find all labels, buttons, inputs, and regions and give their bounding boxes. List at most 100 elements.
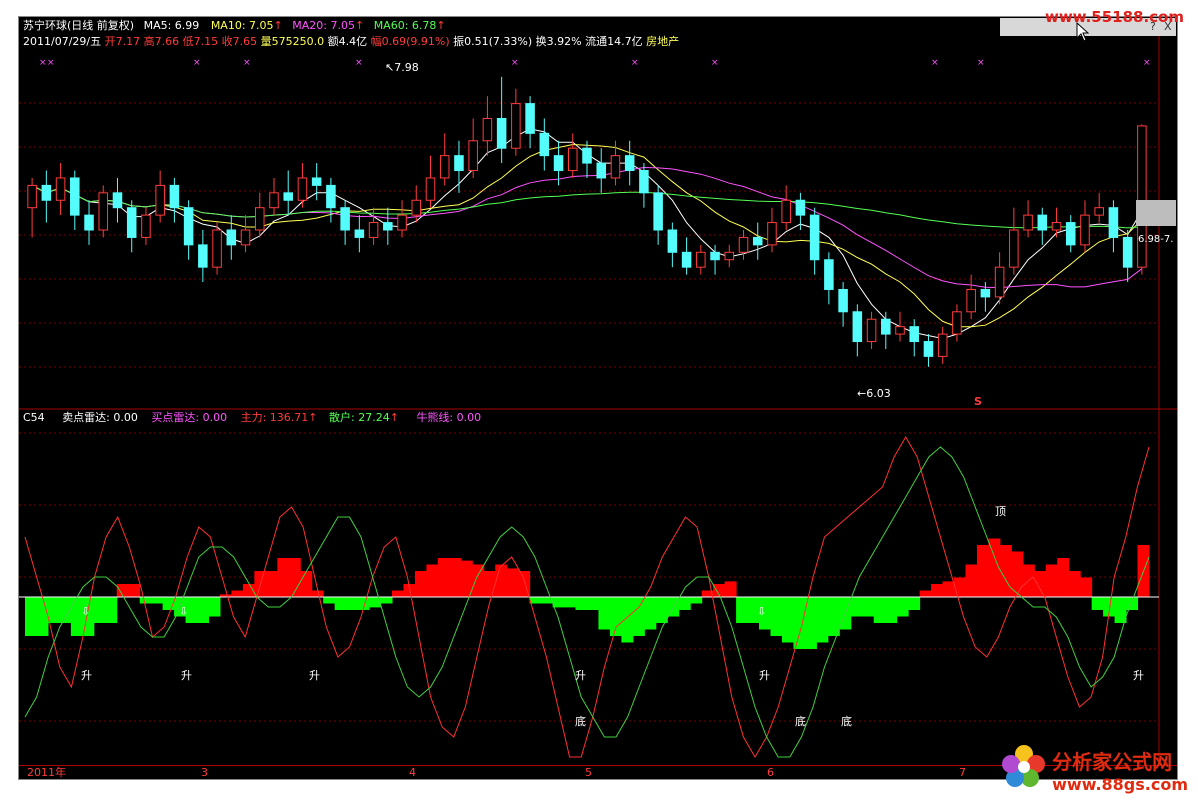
indicator-bar — [323, 597, 336, 604]
marker-cross: × — [355, 58, 363, 68]
candle-body — [895, 326, 905, 335]
indicator-bar — [472, 564, 485, 597]
candle-body — [254, 207, 265, 231]
indicator-bar — [1091, 597, 1104, 610]
marker-cross: × — [243, 58, 251, 68]
ma20-line — [31, 166, 1143, 289]
candle-body — [482, 117, 493, 142]
candle-body — [411, 199, 422, 216]
rise-label: 升 — [309, 669, 320, 682]
top-label: 顶 — [995, 505, 1006, 518]
x-axis-label: 2011年 — [27, 766, 66, 779]
bottom-label: 底 — [841, 715, 852, 728]
indicator-bar — [265, 571, 278, 597]
rise-label: 升 — [181, 669, 192, 682]
candle-body — [368, 222, 379, 238]
candle-body — [937, 333, 948, 357]
candle-body — [41, 184, 52, 201]
candle-body — [340, 207, 350, 231]
candle-body — [1080, 214, 1090, 246]
x-axis-label: 6 — [767, 766, 774, 779]
rise-label: 升 — [575, 669, 586, 682]
indicator-bar — [564, 597, 577, 608]
candle-body — [454, 155, 464, 172]
candle-body — [639, 170, 649, 194]
sell-signal-s: S — [974, 395, 982, 408]
rise-label: 升 — [1133, 669, 1144, 682]
indicator-bar — [678, 597, 691, 610]
candle-body — [98, 192, 109, 231]
x-axis-label: 3 — [201, 766, 208, 779]
indicator-bar — [644, 597, 657, 630]
sell-radar-value: 卖点雷达: 0.00 — [62, 411, 138, 424]
indicator-bar — [25, 597, 37, 636]
bottom-label: 底 — [795, 715, 806, 728]
candle-body — [511, 103, 521, 149]
indicator-bar — [609, 597, 622, 636]
candle-body — [994, 266, 1005, 298]
candle-body — [568, 147, 578, 172]
candle-body — [354, 229, 365, 238]
indicator-bar — [93, 597, 106, 623]
candle-body — [311, 177, 322, 186]
indicator-bar — [827, 597, 840, 636]
indicator-bar — [1034, 571, 1047, 597]
indicator-bar — [197, 597, 210, 623]
indicator-bar — [908, 597, 921, 610]
marker-cross: × — [977, 58, 985, 68]
candle-body — [70, 177, 80, 216]
indicator-bar — [105, 597, 118, 623]
candle-body — [852, 311, 863, 343]
retail-value: 散户: 27.24 — [329, 411, 390, 424]
indicator-bar — [426, 564, 439, 597]
indicator-bar — [1080, 577, 1093, 597]
indicator-bar — [793, 597, 806, 649]
candle-body — [226, 229, 237, 246]
indicator-bar — [781, 597, 794, 643]
candle-body — [1009, 229, 1019, 268]
indicator-bar — [816, 597, 829, 643]
candle-body — [383, 222, 393, 231]
indicator-bar — [655, 597, 668, 623]
indicator-bar — [483, 571, 496, 597]
indicator-bar — [300, 571, 313, 597]
indicator-bar — [529, 597, 542, 604]
candle-body — [824, 259, 834, 290]
candle-body — [1037, 214, 1048, 231]
candle-body — [1122, 236, 1133, 268]
candle-body — [667, 229, 678, 253]
indicator-bar — [999, 545, 1012, 597]
indicator-name: C54 — [23, 411, 45, 424]
candle-body — [1094, 207, 1104, 216]
indicator-bar — [277, 558, 290, 597]
high-price-marker: ↖7.98 — [385, 61, 419, 74]
bull-bear-value: 牛熊线: 0.00 — [416, 411, 482, 424]
candle-body — [155, 184, 165, 216]
candle-body — [1051, 222, 1062, 231]
indicator-bar — [1057, 558, 1070, 597]
x-axis-label: 7 — [959, 766, 966, 779]
candle-body — [1108, 207, 1119, 238]
indicator-bar — [449, 558, 462, 597]
indicator-bar — [873, 597, 886, 623]
x-axis-label: 5 — [585, 766, 592, 779]
indicator-bar — [885, 597, 898, 623]
candle-body — [767, 222, 777, 246]
candle-body — [212, 229, 222, 268]
bottom-label: 底 — [575, 715, 586, 728]
candle-body — [881, 318, 891, 335]
indicator-bar — [587, 597, 599, 610]
candle-body — [596, 162, 606, 179]
indicator-bar — [346, 597, 359, 610]
chart-canvas[interactable]: × × × × × × × × × × × ⇩ ⇩ ⇩ — [19, 17, 1177, 779]
candle-body — [681, 251, 692, 268]
ma60-line — [31, 184, 1142, 229]
candle-body — [752, 236, 763, 246]
indicator-bar — [151, 597, 164, 604]
indicator-bar — [976, 545, 989, 597]
candle-body — [439, 155, 450, 179]
candle-body — [525, 103, 535, 134]
candle-body — [141, 214, 151, 238]
candle-body — [838, 288, 848, 313]
indicator-bar — [862, 597, 875, 617]
